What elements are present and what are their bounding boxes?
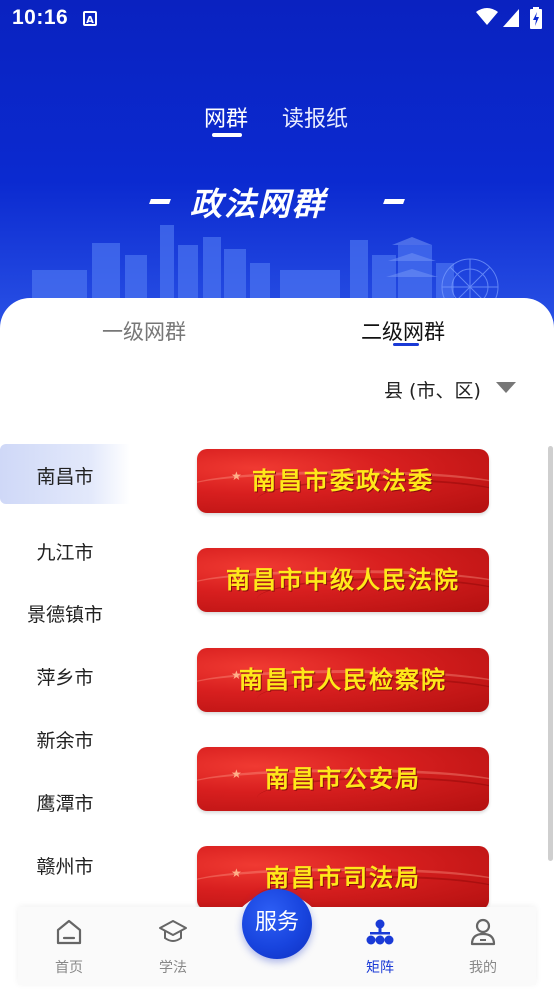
city-label: 鹰潭市 (36, 793, 94, 815)
banner-dash-left (149, 199, 171, 204)
city-item-ganzhou[interactable]: 赣州市 (0, 836, 130, 896)
org-card-label: 南昌市委政法委 (252, 467, 434, 495)
city-label: 萍乡市 (36, 667, 94, 689)
status-bar: 10:16 A (0, 0, 554, 40)
nav-label: 我的 (469, 960, 497, 976)
county-filter-label[interactable]: 县 (市、区) (384, 376, 481, 403)
nav-label: 首页 (55, 960, 83, 976)
graduation-cap-icon (159, 920, 187, 942)
nav-label: 矩阵 (366, 960, 394, 976)
dropdown-triangle-icon[interactable] (496, 382, 516, 393)
home-icon (56, 919, 82, 945)
tab-level-two[interactable]: 二级网群 (361, 316, 445, 346)
battery-icon (530, 7, 542, 29)
org-card-public-security[interactable]: ★ 南昌市公安局 (197, 747, 489, 811)
nav-label: 学法 (159, 960, 187, 976)
service-button[interactable]: 服务 (242, 889, 312, 959)
city-label: 赣州市 (36, 856, 94, 878)
city-item-pingxiang[interactable]: 萍乡市 (0, 647, 130, 707)
matrix-icon (366, 919, 394, 945)
org-card-label: 南昌市人民检察院 (239, 666, 447, 694)
city-label: 新余市 (36, 730, 94, 752)
city-label: 南昌市 (36, 466, 94, 488)
tab-read-newspaper[interactable]: 读报纸 (282, 101, 348, 133)
notification-a-icon: A (83, 11, 97, 26)
org-card-intermediate-court[interactable]: ★ 南昌市中级人民法院 (197, 548, 489, 612)
city-item-yingtan[interactable]: 鹰潭市 (0, 773, 130, 833)
status-time: 10:16 (12, 6, 69, 29)
wifi-icon (476, 8, 498, 25)
org-card-political-legal-committee[interactable]: ★ 南昌市委政法委 (197, 449, 489, 513)
signal-icon (503, 9, 519, 27)
org-card-label: 南昌市中级人民法院 (226, 566, 460, 594)
city-item-jingdezhen[interactable]: 景德镇市 (0, 584, 130, 644)
banner-dash-right (383, 199, 405, 204)
tab-network-group[interactable]: 网群 (204, 101, 248, 133)
user-icon (470, 918, 496, 946)
tab-level-one[interactable]: 一级网群 (102, 316, 186, 346)
scrollbar[interactable] (548, 446, 553, 861)
header-banner: 10:16 A 网群 读报纸 政法网群 (0, 0, 554, 330)
org-card-label: 南昌市公安局 (265, 765, 421, 793)
city-item-jiujiang[interactable]: 九江市 (0, 520, 130, 580)
city-label: 景德镇市 (26, 604, 103, 626)
level-tab-indicator (393, 343, 419, 346)
tab-active-indicator (212, 133, 242, 137)
city-item-xinyu[interactable]: 新余市 (0, 710, 130, 770)
city-item-nanchang[interactable]: 南昌市 (0, 444, 130, 504)
org-card-procuratorate[interactable]: ★ 南昌市人民检察院 (197, 648, 489, 712)
city-label: 九江市 (36, 542, 94, 564)
